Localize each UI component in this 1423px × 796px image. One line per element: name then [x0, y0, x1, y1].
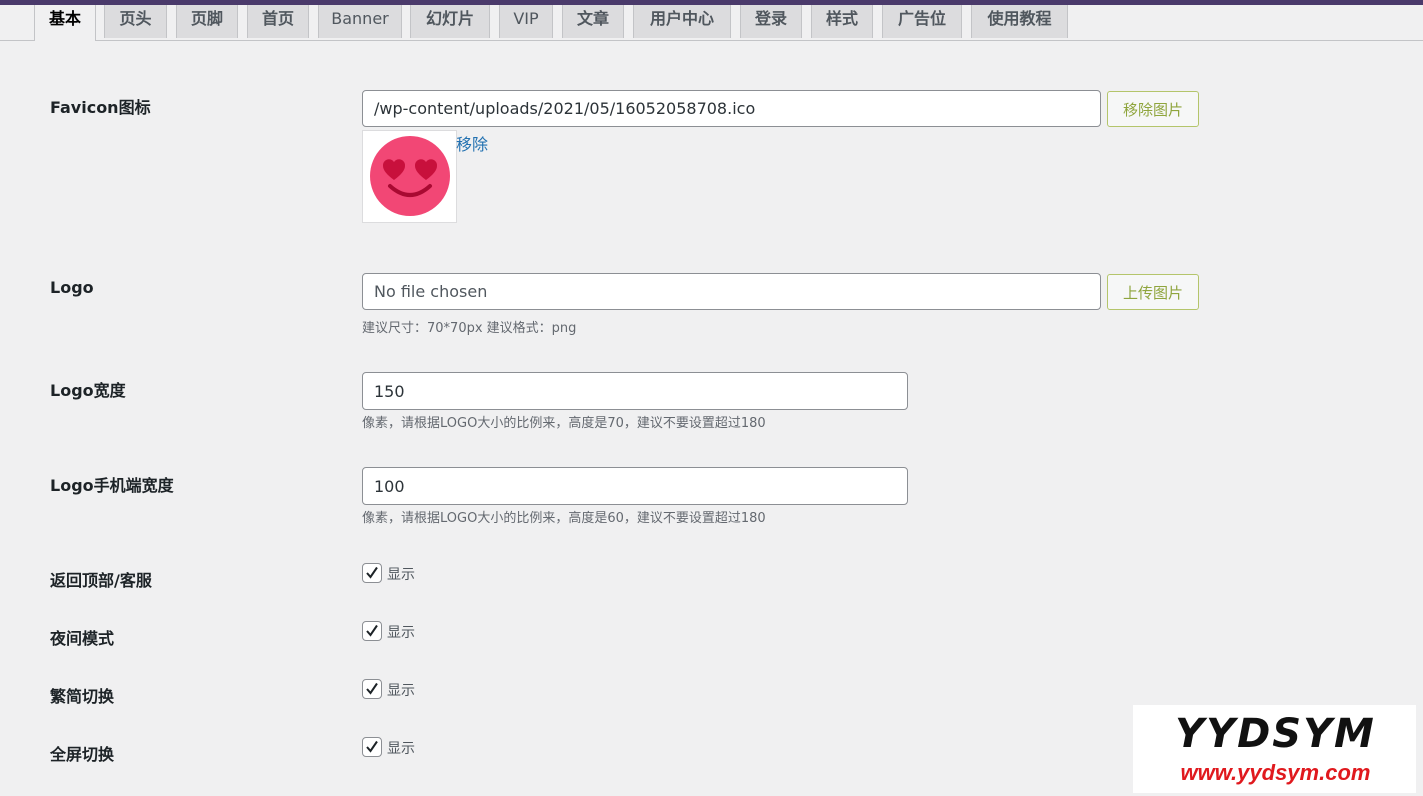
fullscreen-label: 全屏切换 — [50, 745, 115, 764]
logo-mobile-width-hint: 像素，请根据LOGO大小的比例来，高度是60，建议不要设置超过180 — [362, 511, 766, 526]
watermark-logo: YYDSYM www.yydsym.com — [1133, 705, 1416, 793]
tab-slideshow[interactable]: 幻灯片 — [410, 5, 490, 38]
checkmark-icon — [366, 682, 378, 695]
logo-hint: 建议尺寸：70*70px 建议格式：png — [362, 321, 577, 336]
night-mode-checkbox[interactable] — [362, 621, 382, 641]
tab-banner[interactable]: Banner — [318, 5, 402, 38]
night-mode-checkbox-label: 显示 — [387, 625, 415, 641]
logo-width-input[interactable]: 150 — [362, 372, 908, 410]
logo-mobile-width-label: Logo手机端宽度 — [50, 476, 174, 495]
tab-tutorial[interactable]: 使用教程 — [971, 5, 1068, 38]
logo-mobile-width-input[interactable]: 100 — [362, 467, 908, 505]
tab-login[interactable]: 登录 — [740, 5, 802, 38]
logo-width-label: Logo宽度 — [50, 381, 126, 400]
tab-articles[interactable]: 文章 — [562, 5, 624, 38]
heart-eyes-emoji-icon — [370, 136, 450, 216]
night-mode-label: 夜间模式 — [50, 629, 115, 648]
trad-simp-label: 繁简切换 — [50, 687, 115, 706]
back-to-top-checkbox-label: 显示 — [387, 567, 415, 583]
checkmark-icon — [366, 566, 378, 579]
remove-image-button[interactable]: 移除图片 — [1107, 91, 1199, 127]
tab-vip[interactable]: VIP — [499, 5, 553, 38]
tab-footer[interactable]: 页脚 — [176, 5, 238, 38]
remove-link[interactable]: 移除 — [456, 131, 488, 155]
tab-user-center[interactable]: 用户中心 — [633, 5, 731, 38]
checkmark-icon — [366, 624, 378, 637]
favicon-preview — [362, 130, 457, 223]
trad-simp-checkbox[interactable] — [362, 679, 382, 699]
tab-home[interactable]: 首页 — [247, 5, 309, 38]
watermark-url: www.yydsym.com — [1180, 760, 1371, 785]
tab-basic[interactable]: 基本 — [34, 5, 96, 41]
logo-width-hint: 像素，请根据LOGO大小的比例来，高度是70，建议不要设置超过180 — [362, 416, 766, 431]
tab-style[interactable]: 样式 — [811, 5, 873, 38]
checkmark-icon — [366, 740, 378, 753]
watermark-brand: YYDSYM — [1175, 711, 1376, 757]
tab-header[interactable]: 页头 — [104, 5, 167, 38]
logo-file-input[interactable]: No file chosen — [362, 273, 1101, 310]
favicon-url-input[interactable]: /wp-content/uploads/2021/05/16052058708.… — [362, 90, 1101, 127]
fullscreen-checkbox-label: 显示 — [387, 741, 415, 757]
tab-ads[interactable]: 广告位 — [882, 5, 962, 38]
trad-simp-checkbox-label: 显示 — [387, 683, 415, 699]
fullscreen-checkbox[interactable] — [362, 737, 382, 757]
favicon-label: Favicon图标 — [50, 98, 151, 117]
upload-image-button[interactable]: 上传图片 — [1107, 274, 1199, 310]
back-to-top-checkbox[interactable] — [362, 563, 382, 583]
back-to-top-label: 返回顶部/客服 — [50, 571, 152, 590]
settings-tabs: 基本 页头 页脚 首页 Banner 幻灯片 VIP 文章 用户中心 登录 样式… — [0, 5, 1423, 41]
logo-label: Logo — [50, 278, 94, 297]
